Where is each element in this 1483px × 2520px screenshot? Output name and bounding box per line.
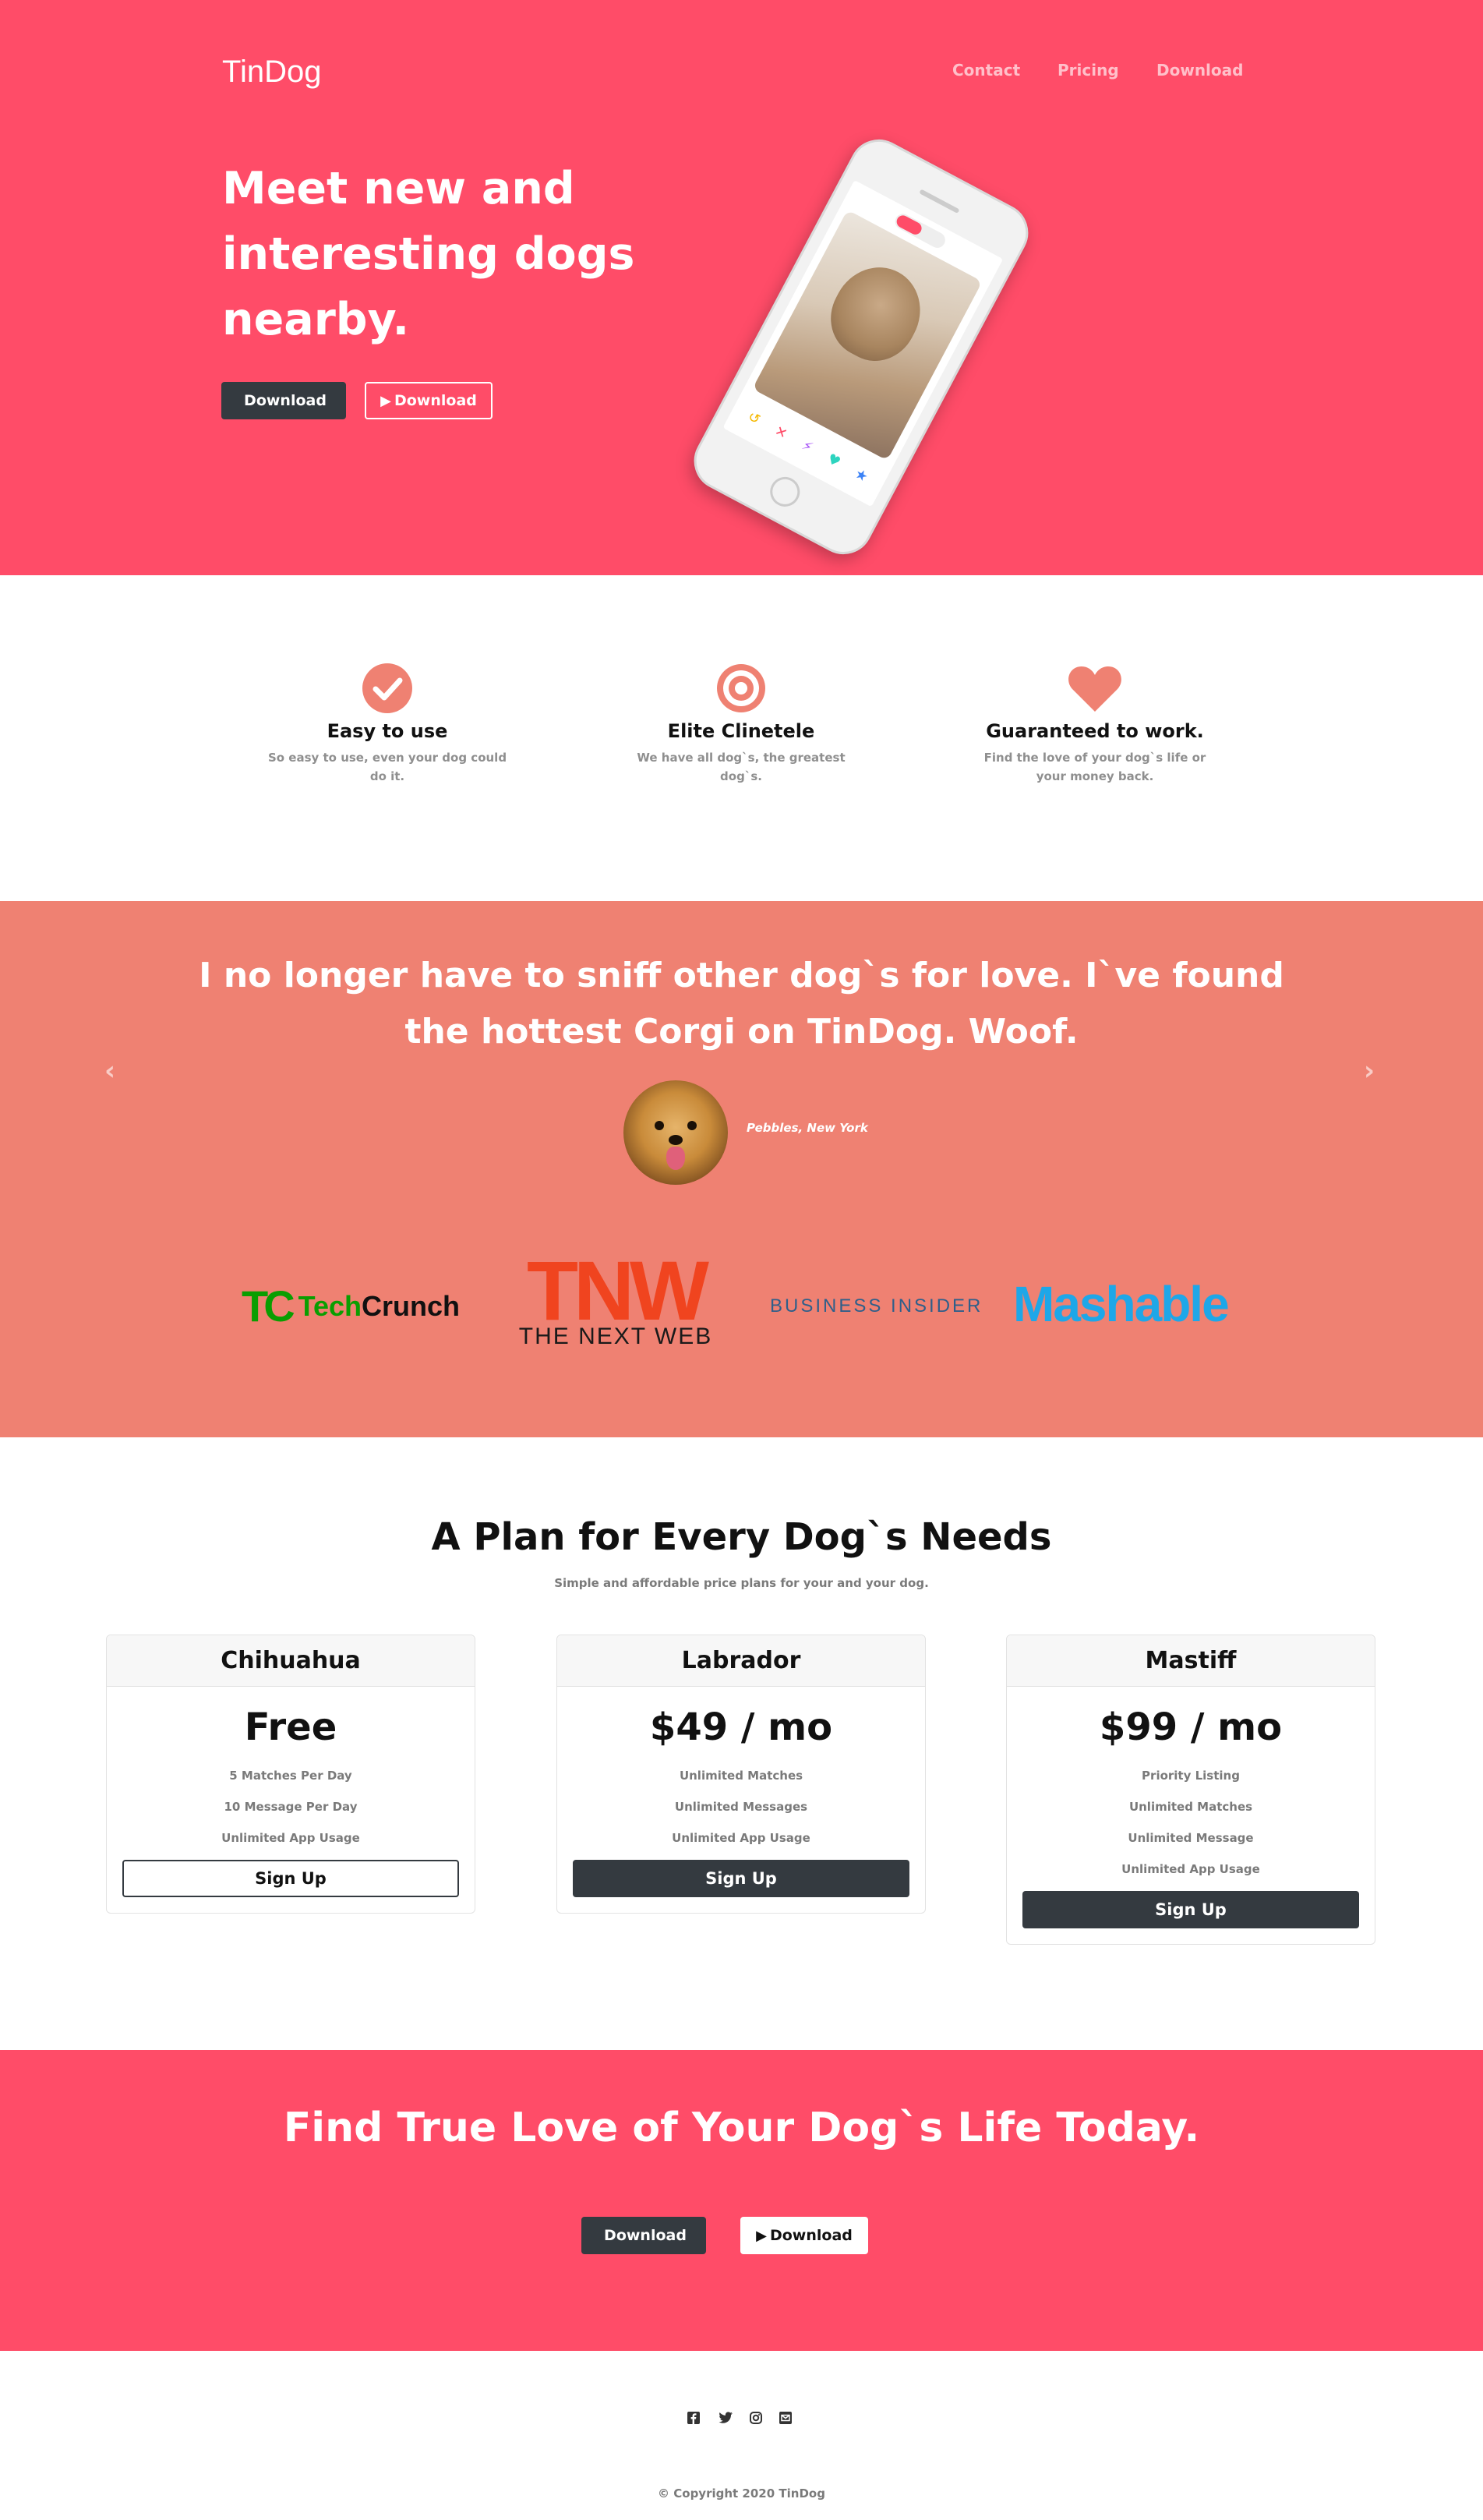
email-icon[interactable] [779, 2412, 792, 2427]
star-icon: ★ [852, 465, 871, 486]
nav-pricing[interactable]: Pricing [1058, 61, 1119, 80]
plan-name: Mastiff [1007, 1635, 1375, 1687]
play-download-button[interactable]: ▶ Download [365, 382, 493, 419]
check-circle-icon [259, 661, 516, 716]
brand-logo[interactable]: TinDog [222, 55, 321, 90]
plan-feature: 10 Message Per Day [224, 1800, 358, 1814]
play-store-icon: ▶ [380, 392, 391, 409]
plan-features: Priority Listing Unlimited Matches Unlim… [1007, 1760, 1375, 1885]
feature-text: We have all dog`s, the greatest dog`s. [637, 751, 846, 783]
heart-icon [966, 661, 1223, 716]
copyright-text: © Copyright 2020 TinDog [658, 2486, 825, 2501]
pricing-title: A Plan for Every Dog`s Needs [431, 1515, 1052, 1559]
feature-easy: Easy to use So easy to use, even your do… [259, 661, 516, 786]
footer-section: © Copyright 2020 TinDog [0, 2351, 1483, 2520]
pricing-section: A Plan for Every Dog`s Needs Simple and … [0, 1437, 1483, 2050]
features-section: Easy to use So easy to use, even your do… [0, 575, 1483, 901]
play-store-icon: ▶ [756, 2227, 767, 2244]
hero-title: Meet new and interesting dogs nearby. [222, 163, 635, 345]
carousel-prev-button[interactable]: ‹ [104, 1055, 115, 1087]
cta-play-download-label: Download [769, 2227, 853, 2244]
plan-feature: Unlimited Matches [679, 1769, 803, 1783]
feature-elite: Elite Clinetele We have all dog`s, the g… [613, 661, 870, 786]
mashable-logo: Mashable [1013, 1276, 1230, 1332]
plan-feature: Unlimited App Usage [1121, 1862, 1260, 1876]
feature-guaranteed: Guaranteed to work. Find the love of you… [966, 661, 1223, 786]
testimonial-quote: I no longer have to sniff other dog`s fo… [199, 956, 1284, 1051]
apple-download-label: Download [244, 392, 327, 409]
plan-feature: Unlimited App Usage [672, 1831, 810, 1845]
cta-title: Find True Love of Your Dog`s Life Today. [283, 2105, 1200, 2151]
plan-price: $49 / mo [649, 1705, 833, 1749]
twitter-icon[interactable] [719, 2412, 733, 2427]
plan-name: Labrador [557, 1635, 925, 1687]
cta-section: Find True Love of Your Dog`s Life Today.… [0, 2050, 1483, 2351]
cta-play-download-button[interactable]: ▶ Download [740, 2217, 868, 2254]
nav-download[interactable]: Download [1156, 61, 1243, 80]
plan-feature: Unlimited Message [1128, 1831, 1254, 1845]
plan-features: 5 Matches Per Day 10 Message Per Day Unl… [107, 1760, 475, 1854]
sign-up-button[interactable]: Sign Up [573, 1860, 909, 1897]
business-insider-logo: BUSINESS INSIDER [770, 1295, 983, 1317]
heart-icon: ♥ [824, 450, 844, 471]
techcrunch-logo: TC TechCrunch [242, 1281, 461, 1331]
carousel-next-button[interactable]: › [1364, 1055, 1375, 1087]
pricing-card-mastiff: Mastiff $99 / mo Priority Listing Unlimi… [1006, 1635, 1375, 1945]
play-download-label: Download [394, 392, 477, 409]
pricing-card-labrador: Labrador $49 / mo Unlimited Matches Unli… [556, 1635, 926, 1914]
pricing-card-chihuahua: Chihuahua Free 5 Matches Per Day 10 Mess… [106, 1635, 475, 1914]
testimonials-section: ‹ › I no longer have to sniff other dog`… [0, 901, 1483, 1437]
plan-price: Free [244, 1705, 337, 1749]
testimonial-avatar [623, 1080, 728, 1185]
sign-up-button[interactable]: Sign Up [122, 1860, 459, 1897]
feature-title: Elite Clinetele [667, 720, 815, 742]
feature-title: Easy to use [327, 720, 448, 742]
plan-feature: Unlimited App Usage [221, 1831, 360, 1845]
nav-contact[interactable]: Contact [952, 61, 1020, 80]
tnw-logo: TNW THE NEXT WEB [518, 1243, 713, 1350]
sign-up-button[interactable]: Sign Up [1022, 1891, 1359, 1928]
facebook-icon[interactable] [687, 2412, 700, 2427]
bullseye-icon [613, 661, 870, 716]
feature-title: Guaranteed to work. [986, 720, 1204, 742]
cta-apple-download-label: Download [604, 2227, 687, 2244]
plan-feature: Priority Listing [1142, 1769, 1240, 1783]
feature-text: Find the love of your dog`s life or your… [983, 751, 1206, 783]
close-icon: ✕ [772, 422, 790, 443]
pricing-subtitle: Simple and affordable price plans for yo… [554, 1576, 929, 1590]
cta-apple-download-button[interactable]: Download [581, 2217, 706, 2254]
plan-name: Chihuahua [107, 1635, 475, 1687]
plan-features: Unlimited Matches Unlimited Messages Unl… [557, 1760, 925, 1854]
plan-price: $99 / mo [1099, 1705, 1283, 1749]
feature-text: So easy to use, even your dog could do i… [267, 751, 507, 783]
plan-feature: 5 Matches Per Day [229, 1769, 352, 1783]
testimonial-author: Pebbles, New York [747, 1121, 868, 1135]
instagram-icon[interactable] [750, 2412, 762, 2427]
bolt-icon: ⚡ [799, 436, 816, 456]
hero-section: TinDog Contact Pricing Download Meet new… [0, 0, 1483, 575]
plan-feature: Unlimited Matches [1128, 1800, 1253, 1814]
iphone-mockup: ↺ ✕ ⚡ ♥ ★ [678, 129, 1039, 565]
apple-download-button[interactable]: Download [221, 382, 346, 419]
plan-feature: Unlimited Messages [674, 1800, 808, 1814]
rewind-icon: ↺ [745, 408, 764, 429]
